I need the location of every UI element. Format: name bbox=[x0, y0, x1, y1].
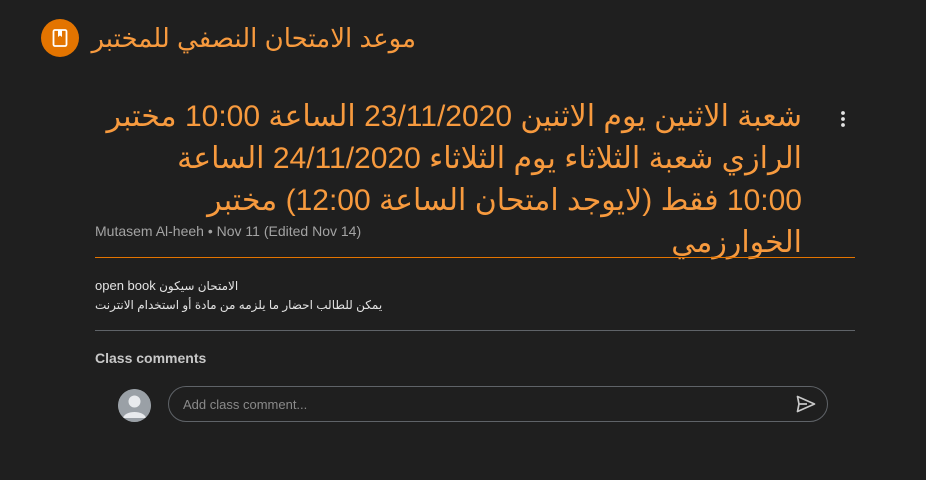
meta-separator: • bbox=[207, 223, 213, 239]
post-body-line-1: open book الامتحان سيكون bbox=[95, 276, 382, 296]
send-icon bbox=[796, 395, 816, 413]
class-comments-heading: Class comments bbox=[95, 350, 207, 366]
author-name: Mutasem Al-heeh bbox=[95, 223, 204, 239]
post-body: open book الامتحان سيكون يمكن للطالب احض… bbox=[95, 276, 382, 315]
post-date: Nov 11 (Edited Nov 14) bbox=[216, 223, 362, 239]
default-avatar-icon bbox=[118, 389, 151, 422]
class-title: موعد الامتحان النصفي للمختبر bbox=[91, 23, 416, 53]
body-arabic-phrase: الامتحان سيكون bbox=[159, 279, 239, 293]
post-body-line-2: يمكن للطالب احضار ما يلزمه من مادة أو اس… bbox=[95, 298, 383, 312]
post-page: موعد الامتحان النصفي للمختبر شعبة الاثني… bbox=[0, 0, 926, 480]
section-divider bbox=[95, 330, 855, 331]
comment-box bbox=[168, 386, 828, 422]
assignment-book-icon bbox=[52, 29, 68, 47]
comment-input[interactable] bbox=[183, 387, 763, 421]
class-avatar bbox=[41, 19, 79, 57]
avatar bbox=[118, 389, 151, 422]
post-meta: Mutasem Al-heeh • Nov 11 (Edited Nov 14) bbox=[95, 222, 361, 240]
send-button[interactable] bbox=[793, 391, 819, 417]
more-vert-icon bbox=[841, 111, 845, 127]
more-options-button[interactable] bbox=[826, 102, 860, 136]
accent-divider bbox=[95, 257, 855, 258]
body-english-phrase: open book bbox=[95, 278, 156, 293]
